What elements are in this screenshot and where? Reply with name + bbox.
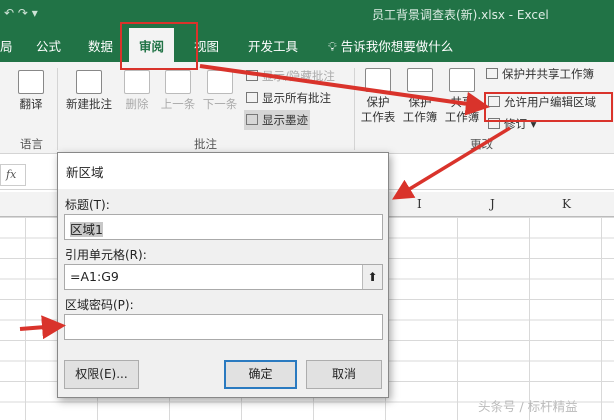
annotation-arrows bbox=[19, 64, 511, 340]
arrow-to-password bbox=[19, 315, 66, 340]
arrow-to-allow-edit bbox=[199, 64, 490, 116]
arrow-to-dialog bbox=[392, 126, 511, 200]
watermark: 头条号 / 标杆精益 bbox=[478, 399, 578, 414]
